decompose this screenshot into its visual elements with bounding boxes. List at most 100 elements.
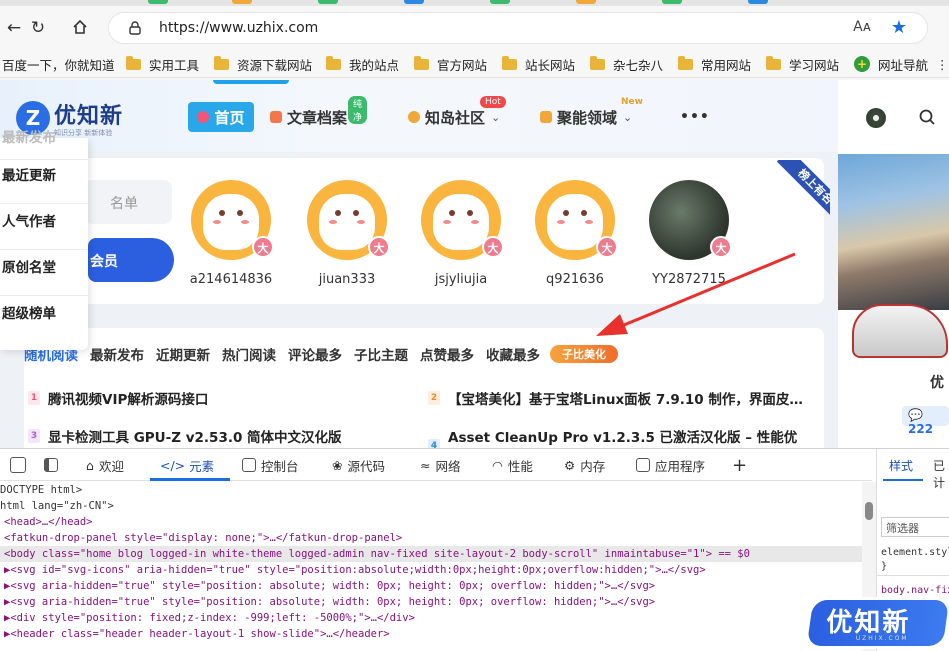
dom-line[interactable]: ▶<header class="header header-layout-1 s…: [4, 626, 390, 642]
tab-zibll-theme[interactable]: 子比主题: [354, 344, 408, 364]
more-bookmarks-icon[interactable]: ⋮: [936, 54, 949, 74]
dock-side-icon[interactable]: [44, 455, 63, 475]
username[interactable]: a214614836: [176, 272, 286, 287]
nav-more-icon[interactable]: •••: [680, 102, 710, 132]
tab-latest[interactable]: 最新发布: [90, 344, 144, 364]
dom-line[interactable]: ▶<div style="position: fixed;z-index: -9…: [4, 610, 415, 626]
featured-image[interactable]: [838, 154, 949, 358]
tab-welcome[interactable]: ⌂ 欢迎: [86, 455, 124, 475]
article-item[interactable]: 4 Asset CleanUp Pro v1.2.3.5 已激活汉化版 – 性能…: [428, 426, 824, 448]
tab-strip[interactable]: [0, 0, 949, 6]
search-icon[interactable]: [918, 108, 936, 131]
nav-community[interactable]: 知岛社区 ⌄ Hot: [408, 96, 506, 132]
tab-computed[interactable]: 已计: [933, 457, 949, 491]
tab-marker[interactable]: [748, 0, 768, 4]
user-avatar[interactable]: [866, 108, 886, 128]
tab-marker[interactable]: [404, 0, 424, 4]
bookmark-folder[interactable]: 常用网站: [678, 54, 751, 74]
article-item[interactable]: 1 腾讯视频VIP解析源码接口: [28, 388, 208, 408]
dom-tree[interactable]: DOCTYPE html> html lang="zh-CN"> <head>……: [0, 482, 862, 651]
bookmark-label[interactable]: 资源下载网站: [237, 55, 312, 74]
bookmark-label[interactable]: 我的站点: [349, 55, 399, 74]
article-title[interactable]: 腾讯视频VIP解析源码接口: [48, 388, 208, 408]
refresh-icon[interactable]: ↻: [28, 18, 48, 38]
tab-application[interactable]: 应用程序: [636, 455, 705, 475]
tab-elements[interactable]: </> 元素: [160, 455, 214, 475]
menu-label[interactable]: 最新发布: [2, 130, 56, 146]
bookmark-folder[interactable]: 杂七杂八: [590, 54, 663, 74]
tab-most-comments[interactable]: 评论最多: [288, 344, 342, 364]
style-rule[interactable]: element.styl: [881, 547, 949, 558]
home-icon[interactable]: [70, 18, 90, 38]
comment-count-badge[interactable]: 💬 222: [902, 406, 949, 436]
username[interactable]: jsjyliujia: [406, 272, 516, 287]
menu-item-recent[interactable]: 最近更新: [0, 164, 88, 204]
nav-fields[interactable]: 聚能领域 ⌄ New: [540, 97, 643, 132]
dom-line[interactable]: html lang="zh-CN">: [0, 498, 114, 514]
username[interactable]: jiuan333: [292, 272, 402, 287]
style-rule[interactable]: body.nav-fix: [881, 585, 949, 596]
bookmark-label[interactable]: 百度一下，你就知道: [2, 55, 115, 74]
article-title[interactable]: Asset CleanUp Pro v1.2.3.5 已激活汉化版 – 性能优化…: [448, 426, 824, 448]
add-tab-icon[interactable]: +: [732, 455, 747, 476]
lock-icon[interactable]: [127, 20, 143, 36]
article-item[interactable]: 2 【宝塔美化】基于宝塔Linux面板 7.9.10 制作，界面皮…: [428, 388, 803, 408]
tab-recent-update[interactable]: 近期更新: [156, 344, 210, 364]
bookmark-folder[interactable]: 站长网站: [502, 54, 575, 74]
tab-zibll-beautify[interactable]: 子比美化: [550, 345, 618, 363]
article-title[interactable]: 【宝塔美化】基于宝塔Linux面板 7.9.10 制作，界面皮…: [448, 388, 803, 408]
dom-line-selected[interactable]: <body class="home blog logged-in white-t…: [0, 546, 862, 562]
user-item[interactable]: 大 a214614836: [176, 180, 286, 298]
address-bar[interactable]: https://www.uzhix.com Aᴀ ★: [108, 12, 928, 44]
nav-articles[interactable]: 文章档案⌄ 纯净: [270, 96, 368, 132]
bookmark-label[interactable]: 杂七杂八: [613, 55, 663, 74]
nav-home[interactable]: 首页: [188, 102, 254, 132]
tab-marker[interactable]: [318, 0, 338, 4]
scroll-thumb[interactable]: [865, 502, 873, 520]
article-item[interactable]: 3 显卡检测工具 GPU-Z v2.53.0 简体中文汉化版: [28, 426, 342, 446]
back-icon[interactable]: ←: [4, 18, 24, 38]
tab-most-favorites[interactable]: 收藏最多: [486, 344, 540, 364]
tab-styles[interactable]: 样式: [889, 457, 913, 474]
read-aloud-icon[interactable]: Aᴀ: [853, 19, 871, 35]
menu-label[interactable]: 原创名堂: [2, 260, 56, 276]
bookmark-label[interactable]: 学习网站: [789, 55, 839, 74]
tab-marker[interactable]: [576, 0, 596, 4]
menu-label[interactable]: 最近更新: [2, 168, 56, 184]
tab-marker[interactable]: [490, 0, 510, 4]
vip-button[interactable]: 会员: [88, 238, 174, 282]
bookmark-folder[interactable]: 我的站点: [326, 54, 399, 74]
dom-line[interactable]: DOCTYPE html>: [0, 482, 82, 498]
bookmark-label[interactable]: 常用网站: [701, 55, 751, 74]
bookmark-folder[interactable]: 实用工具: [126, 54, 199, 74]
tab-most-likes[interactable]: 点赞最多: [420, 344, 474, 364]
bookmark-folder[interactable]: 官方网站: [414, 54, 487, 74]
favorite-star-icon[interactable]: ★: [891, 17, 907, 38]
dom-line[interactable]: ▶<svg aria-hidden="true" style="position…: [4, 578, 655, 594]
tab-memory[interactable]: ⚙ 内存: [564, 455, 605, 475]
tab-console[interactable]: 控制台: [242, 455, 299, 475]
menu-label[interactable]: 人气作者: [2, 214, 56, 230]
menu-item-popular-authors[interactable]: 人气作者: [0, 210, 88, 250]
url-text[interactable]: https://www.uzhix.com: [159, 20, 318, 36]
dom-line[interactable]: <fatkun-drop-panel style="display: none;…: [4, 530, 402, 546]
tab-sources[interactable]: ❀ 源代码: [332, 455, 385, 475]
menu-label[interactable]: 超级榜单: [2, 306, 56, 322]
tab-network[interactable]: ≈ 网络: [420, 455, 461, 475]
bookmark-baidu[interactable]: 百度一下，你就知道: [2, 54, 115, 74]
dom-line[interactable]: <head>…</head>: [4, 514, 93, 530]
bookmark-nav[interactable]: + 网址导航: [854, 54, 928, 74]
user-item[interactable]: 大 jsjyliujia: [406, 180, 516, 298]
menu-item-latest[interactable]: 最新发布: [0, 126, 88, 160]
menu-item-original[interactable]: 原创名堂: [0, 256, 88, 296]
bookmark-label[interactable]: 网址导航: [878, 55, 928, 74]
styles-filter-input[interactable]: 筛选器: [881, 517, 949, 537]
tab-marker[interactable]: [232, 0, 252, 4]
article-title[interactable]: 显卡检测工具 GPU-Z v2.53.0 简体中文汉化版: [48, 426, 342, 446]
tab-marker[interactable]: [662, 0, 682, 4]
tab-hot[interactable]: 热门阅读: [222, 344, 276, 364]
bookmark-folder[interactable]: 学习网站: [766, 54, 839, 74]
dom-line[interactable]: ▶<svg aria-hidden="true" style="position…: [4, 594, 655, 610]
dom-line[interactable]: ▶<svg id="svg-icons" aria-hidden="true" …: [4, 562, 706, 578]
bookmark-folder[interactable]: 资源下载网站: [214, 54, 312, 74]
